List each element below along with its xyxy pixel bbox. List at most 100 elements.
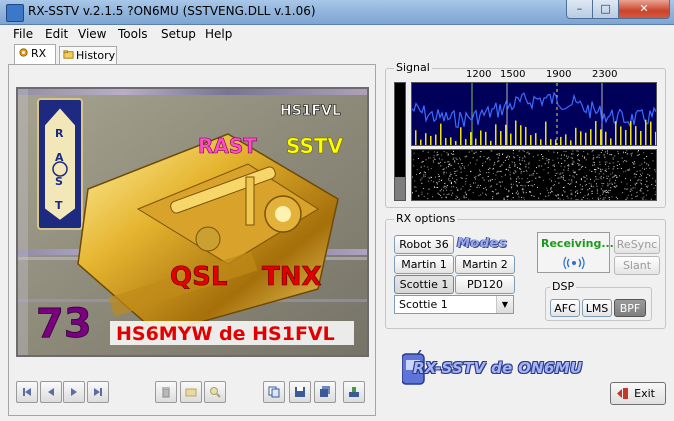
zoom-button[interactable] [204, 381, 226, 403]
previous-image-button[interactable] [40, 381, 62, 403]
waterfall-dot [570, 198, 572, 200]
chevron-down-icon[interactable]: ▼ [496, 296, 513, 313]
waterfall-dot [446, 189, 448, 191]
waterfall-dot [635, 196, 637, 198]
waterfall-dot [650, 198, 652, 200]
waterfall-dot [578, 160, 580, 162]
waterfall-dot [590, 183, 592, 185]
waterfall-dot [606, 178, 608, 179]
waterfall-display [411, 149, 657, 201]
waterfall-dot [571, 192, 573, 194]
waterfall-dot [537, 154, 539, 156]
close-button[interactable]: ✕ [618, 0, 670, 19]
spectrum-peak [565, 134, 567, 145]
waterfall-dot [605, 194, 607, 196]
waterfall-dot [543, 169, 545, 171]
last-image-button[interactable] [87, 381, 109, 403]
tab-history[interactable]: History [59, 46, 117, 64]
delete-button[interactable] [155, 381, 177, 403]
next-image-button[interactable] [63, 381, 85, 403]
open-folder-button[interactable] [180, 381, 202, 403]
menu-file[interactable]: File [13, 27, 33, 41]
waterfall-dot [643, 196, 645, 198]
waterfall-dot [499, 165, 501, 167]
mode-martin2-button[interactable]: Martin 2 [455, 255, 515, 274]
waterfall-dot [616, 185, 618, 187]
waterfall-dot [446, 187, 448, 189]
minimize-button[interactable]: – [566, 0, 593, 19]
waterfall-dot [416, 174, 417, 175]
menu-setup[interactable]: Setup [161, 27, 196, 41]
waterfall-dot [604, 161, 606, 163]
upload-button[interactable] [343, 381, 365, 403]
waterfall-dot [633, 163, 635, 165]
waterfall-dot [412, 159, 414, 161]
waterfall-dot [550, 189, 552, 191]
waterfall-dot [530, 191, 532, 193]
waterfall-dot [600, 168, 601, 170]
waterfall-dot [583, 176, 585, 178]
waterfall-dot [561, 195, 563, 196]
freq-tick-1900: 1900 [546, 69, 572, 80]
tab-rx[interactable]: RX [14, 44, 56, 65]
waterfall-dot [539, 176, 541, 178]
bpf-button[interactable]: BPF [614, 299, 646, 317]
mode-scottie1-button[interactable]: Scottie 1 [394, 275, 454, 294]
waterfall-dot [418, 195, 419, 197]
waterfall-dot [423, 165, 425, 167]
waterfall-dot [413, 152, 415, 154]
first-image-button[interactable] [16, 381, 38, 403]
mode-martin1-button[interactable]: Martin 1 [394, 255, 454, 274]
waterfall-dot [570, 193, 572, 195]
waterfall-dot [473, 153, 475, 155]
waterfall-dot [543, 179, 544, 181]
save-as-button[interactable] [314, 381, 336, 403]
waterfall-dot [538, 159, 540, 161]
waterfall-dot [460, 159, 461, 161]
waterfall-dot [623, 171, 625, 173]
waterfall-dot [571, 179, 573, 181]
slant-button[interactable]: Slant [614, 256, 660, 275]
waterfall-dot [605, 151, 607, 153]
resync-button[interactable]: ReSync [614, 235, 660, 254]
waterfall-dot [624, 160, 626, 161]
menu-help[interactable]: Help [205, 27, 232, 41]
mode-robot36-button[interactable]: Robot 36 [394, 235, 454, 254]
waterfall-dot [451, 153, 452, 155]
waterfall-dot [428, 188, 430, 190]
waterfall-dot [626, 150, 628, 152]
exit-button[interactable]: Exit [610, 382, 666, 405]
menu-tools[interactable]: Tools [118, 27, 148, 41]
waterfall-dot [448, 161, 450, 163]
waterfall-dot [641, 187, 643, 189]
waterfall-dot [609, 162, 611, 164]
waterfall-dot [425, 173, 427, 175]
waterfall-dot [534, 170, 536, 172]
copy-button[interactable] [263, 381, 285, 403]
waterfall-dot [528, 153, 530, 155]
waterfall-dot [563, 154, 565, 156]
mode-select[interactable]: Scottie 1 ▼ [394, 295, 514, 314]
lms-button[interactable]: LMS [582, 299, 612, 317]
waterfall-dot [636, 154, 638, 156]
waterfall-dot [512, 152, 514, 154]
waterfall-dot [597, 156, 599, 158]
waterfall-dot [443, 186, 445, 188]
waterfall-dot [496, 153, 498, 155]
waterfall-dot [575, 199, 577, 200]
waterfall-dot [520, 164, 521, 165]
afc-button[interactable]: AFC [550, 299, 580, 317]
waterfall-dot [616, 177, 618, 178]
spectrum-peak [490, 140, 492, 145]
mode-pd120-button[interactable]: PD120 [455, 275, 515, 294]
waterfall-dot [499, 153, 501, 155]
menu-edit[interactable]: Edit [45, 27, 68, 41]
waterfall-dot [454, 181, 456, 183]
waterfall-dot [486, 194, 487, 196]
waterfall-dot [646, 163, 648, 165]
maximize-button[interactable]: □ [592, 0, 619, 19]
menu-view[interactable]: View [78, 27, 106, 41]
modes-title: Modes [457, 236, 508, 251]
waterfall-dot [541, 154, 542, 155]
save-button[interactable] [289, 381, 311, 403]
